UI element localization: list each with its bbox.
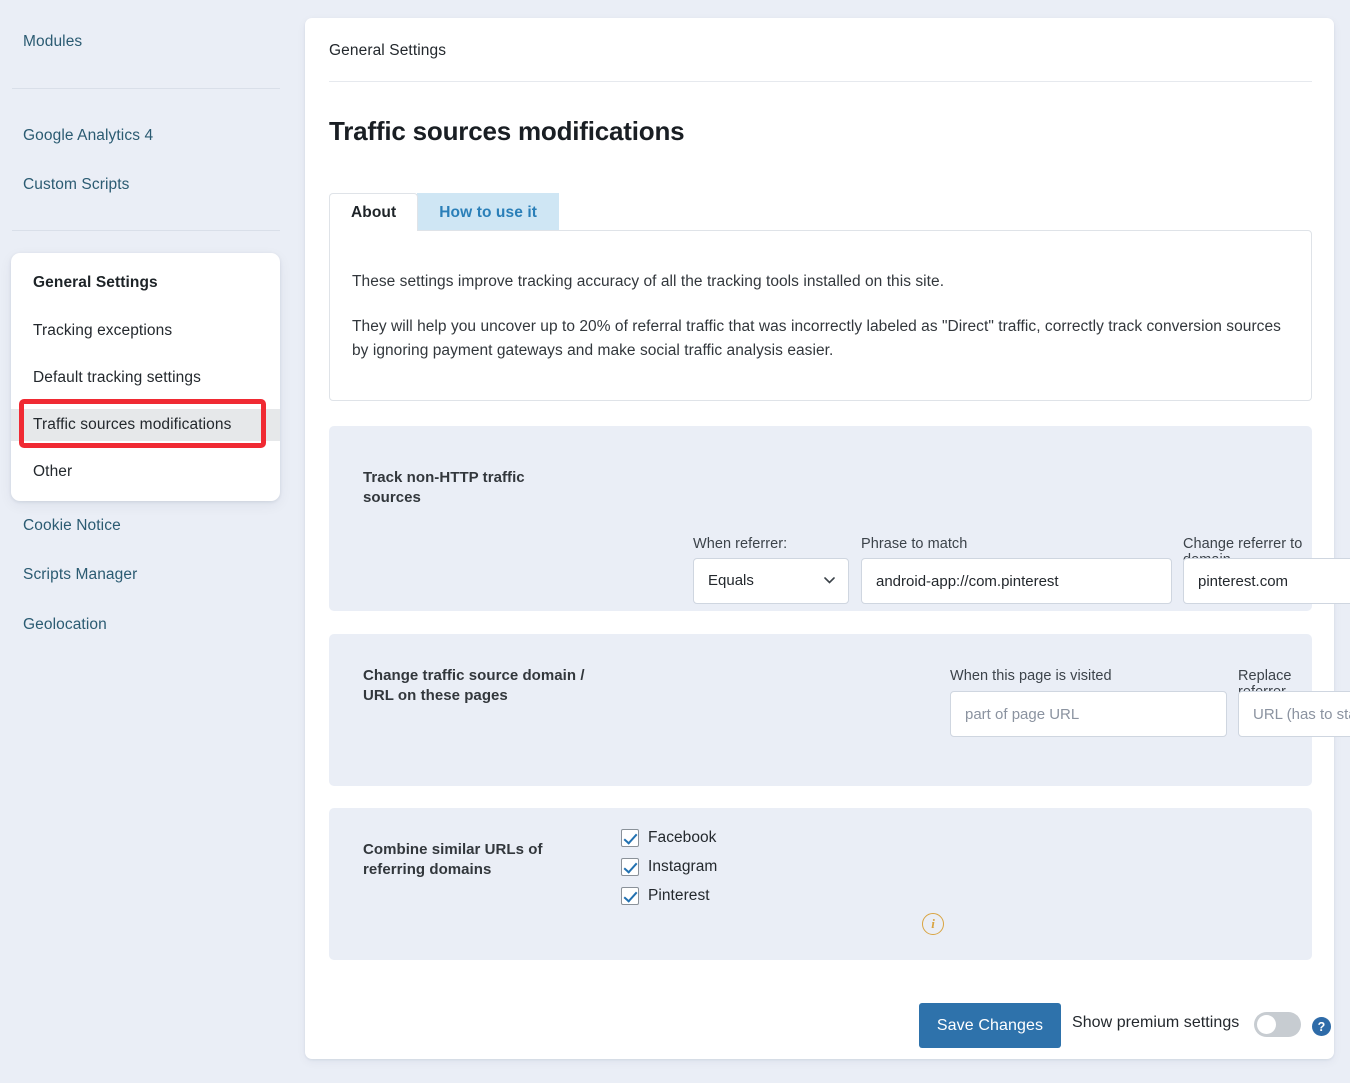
label-when-this-page-is-visited: When this page is visited	[950, 668, 1112, 684]
checkbox-label-facebook: Facebook	[648, 829, 716, 847]
main-card: General Settings Traffic sources modific…	[305, 18, 1334, 1059]
change-referrer-to-domain-input[interactable]	[1183, 558, 1350, 604]
panel-track-non-http-traffic-sources: Track non-HTTP traffic sources When refe…	[329, 426, 1312, 611]
sidebar-item-scripts-manager[interactable]: Scripts Manager	[0, 567, 137, 583]
show-premium-settings-toggle[interactable]	[1254, 1012, 1301, 1037]
phrase-to-match-input[interactable]	[861, 558, 1172, 604]
submenu-item-other[interactable]: Other	[11, 456, 280, 488]
checkbox-label-instagram: Instagram	[648, 858, 717, 876]
label-phrase-to-match: Phrase to match	[861, 536, 967, 552]
checkbox-pinterest[interactable]	[621, 887, 639, 905]
replace-referrer-input[interactable]	[1238, 691, 1350, 737]
panel-change-traffic-source-domain: Change traffic source domain / URL on th…	[329, 634, 1312, 786]
info-icon[interactable]: i	[922, 913, 944, 935]
tab-how-to-use-it[interactable]: How to use it	[417, 193, 559, 231]
page-title: Traffic sources modifications	[329, 116, 684, 147]
breadcrumb: General Settings	[329, 42, 446, 60]
sidebar-item-google-analytics-4[interactable]: Google Analytics 4	[0, 128, 153, 144]
submenu-item-traffic-sources-modifications[interactable]: Traffic sources modifications	[11, 409, 280, 441]
panel-3-label: Combine similar URLs of referring domain…	[363, 840, 578, 881]
help-icon[interactable]: ?	[1312, 1017, 1331, 1036]
sidebar-divider-2	[12, 230, 280, 231]
checkbox-facebook[interactable]	[621, 829, 639, 847]
submenu-item-tracking-exceptions[interactable]: Tracking exceptions	[11, 315, 280, 347]
checkbox-row-facebook[interactable]: Facebook	[621, 829, 716, 847]
save-changes-button[interactable]: Save Changes	[919, 1003, 1061, 1048]
header-divider	[329, 81, 1312, 82]
page-url-input[interactable]	[950, 691, 1227, 737]
sidebar-item-custom-scripts[interactable]: Custom Scripts	[0, 177, 129, 193]
label-when-referrer: When referrer:	[693, 536, 787, 552]
submenu-heading-general-settings[interactable]: General Settings	[11, 267, 280, 299]
checkbox-row-instagram[interactable]: Instagram	[621, 858, 717, 876]
sidebar-submenu: General Settings Tracking exceptions Def…	[11, 253, 280, 501]
toggle-knob	[1257, 1015, 1276, 1034]
tab-bar: AboutHow to use it	[329, 193, 1312, 231]
sidebar-item-modules[interactable]: Modules	[0, 34, 82, 50]
checkbox-label-pinterest: Pinterest	[648, 887, 710, 905]
checkbox-instagram[interactable]	[621, 858, 639, 876]
about-paragraph-2: They will help you uncover up to 20% of …	[330, 294, 1311, 363]
panel-2-label: Change traffic source domain / URL on th…	[363, 666, 613, 707]
when-referrer-value: Equals	[708, 559, 754, 603]
when-referrer-select[interactable]: Equals	[693, 558, 849, 604]
tab-about[interactable]: About	[329, 193, 418, 231]
sidebar-item-cookie-notice[interactable]: Cookie Notice	[0, 518, 121, 534]
about-panel: These settings improve tracking accuracy…	[329, 230, 1312, 401]
sidebar-item-geolocation[interactable]: Geolocation	[0, 617, 107, 633]
chevron-down-icon	[824, 577, 835, 584]
settings-page: Modules Google Analytics 4 Custom Script…	[0, 0, 1350, 1083]
about-paragraph-1: These settings improve tracking accuracy…	[330, 231, 1311, 294]
panel-combine-similar-urls: Combine similar URLs of referring domain…	[329, 808, 1312, 960]
checkbox-row-pinterest[interactable]: Pinterest	[621, 887, 710, 905]
sidebar-divider-1	[12, 88, 280, 89]
panel-1-label: Track non-HTTP traffic sources	[363, 468, 578, 509]
show-premium-settings-label: Show premium settings	[1072, 1014, 1239, 1032]
sidebar: Modules Google Analytics 4 Custom Script…	[0, 0, 292, 1083]
submenu-item-default-tracking-settings[interactable]: Default tracking settings	[11, 362, 280, 394]
